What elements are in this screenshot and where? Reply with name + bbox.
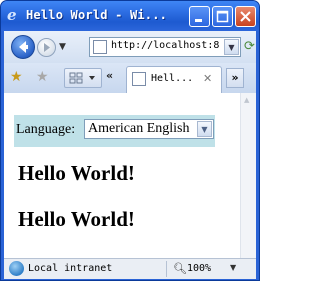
status-divider bbox=[166, 261, 167, 277]
tab-label: Hell... bbox=[151, 73, 194, 84]
heading-1: Hello World! bbox=[18, 161, 135, 185]
browser-window: e Hello World - Wi... ▼ http://localhost… bbox=[0, 0, 260, 281]
add-favorites-icon[interactable]: ★ bbox=[36, 69, 49, 85]
scroll-up-icon[interactable]: ▲ bbox=[244, 96, 249, 104]
language-panel: Language: American English ▼ bbox=[14, 115, 215, 147]
forward-button[interactable] bbox=[37, 38, 56, 57]
quick-tabs-icon bbox=[69, 72, 95, 84]
language-select[interactable]: American English ▼ bbox=[84, 119, 214, 139]
language-label: Language: bbox=[16, 122, 76, 137]
history-dropdown-icon[interactable]: ▼ bbox=[59, 42, 66, 52]
scroll-tabs-left-button[interactable]: « bbox=[106, 69, 113, 82]
page-content: Language: American English ▼ Hello World… bbox=[4, 93, 256, 258]
zoom-dropdown-icon[interactable]: ▼ bbox=[230, 263, 236, 272]
tab-hello-world[interactable]: Hell... ✕ bbox=[126, 66, 222, 93]
page-icon bbox=[132, 72, 146, 86]
address-text[interactable]: http://localhost:8 bbox=[111, 40, 219, 51]
address-dropdown-icon[interactable]: ▼ bbox=[224, 39, 239, 55]
security-zone[interactable]: Local intranet bbox=[28, 263, 112, 274]
close-button[interactable] bbox=[235, 6, 256, 27]
browser-chrome: ▼ http://localhost:8 ▼ ⟳ ★ ★ « Hell... ✕… bbox=[4, 31, 256, 94]
address-bar[interactable]: http://localhost:8 ▼ bbox=[89, 37, 241, 57]
address-row: ▼ http://localhost:8 ▼ ⟳ bbox=[4, 31, 256, 63]
vertical-scrollbar[interactable]: ▲ bbox=[240, 93, 256, 258]
maximize-icon bbox=[216, 10, 229, 23]
chevron-down-icon[interactable]: ▼ bbox=[197, 121, 212, 137]
favorites-star-icon[interactable]: ★ bbox=[10, 69, 23, 85]
minimize-icon bbox=[195, 19, 202, 22]
zoom-icon[interactable]: 🔍︎ bbox=[173, 262, 187, 275]
minimize-button[interactable] bbox=[189, 6, 210, 27]
ie-logo-icon: e bbox=[7, 6, 17, 24]
globe-icon bbox=[9, 261, 24, 276]
zoom-level[interactable]: 100% bbox=[187, 263, 211, 274]
status-bar: Local intranet 🔍︎ 100% ▼ bbox=[4, 258, 256, 279]
language-selected-value: American English bbox=[88, 121, 190, 136]
back-icon bbox=[19, 41, 28, 53]
title-bar[interactable]: e Hello World - Wi... bbox=[1, 1, 259, 31]
forward-icon bbox=[44, 43, 50, 52]
maximize-button[interactable] bbox=[212, 6, 233, 27]
heading-2: Hello World! bbox=[18, 207, 135, 231]
tab-close-icon[interactable]: ✕ bbox=[203, 72, 212, 85]
scroll-tabs-right-button[interactable]: » bbox=[226, 68, 244, 88]
quick-tabs-button[interactable] bbox=[64, 68, 102, 88]
tab-row: ★ ★ « Hell... ✕ » bbox=[4, 63, 256, 94]
close-icon bbox=[240, 11, 251, 22]
window-title: Hello World - Wi... bbox=[26, 8, 168, 22]
page-icon bbox=[93, 40, 107, 54]
refresh-icon[interactable]: ⟳ bbox=[244, 39, 255, 54]
back-button[interactable] bbox=[11, 35, 35, 59]
